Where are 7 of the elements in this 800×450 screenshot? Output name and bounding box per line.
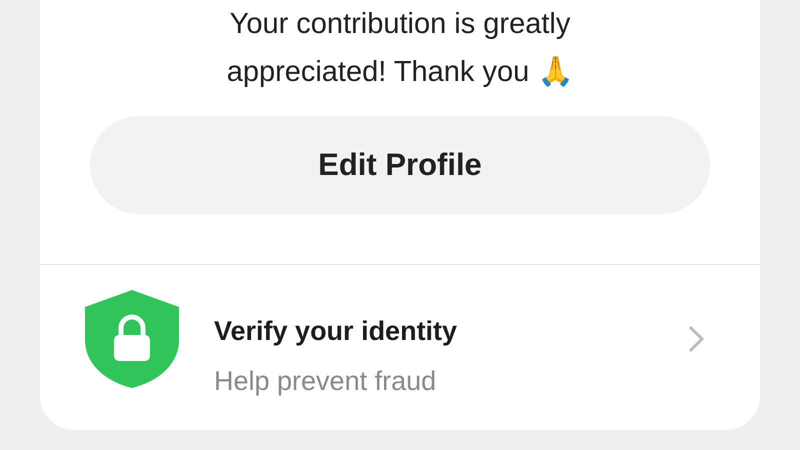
edit-profile-button[interactable]: Edit Profile xyxy=(90,116,710,214)
verify-title: Verify your identity xyxy=(214,315,458,348)
verify-subtitle: Help prevent fraud xyxy=(214,365,438,398)
thank-you-message: Your contribution is greatly appreciated! Thank you 🙏 xyxy=(226,7,574,90)
shield-lock-icon xyxy=(85,290,179,388)
verify-identity-row[interactable]: Verify your identity Help prevent fraud xyxy=(40,265,760,399)
chevron-right-icon xyxy=(688,325,704,353)
